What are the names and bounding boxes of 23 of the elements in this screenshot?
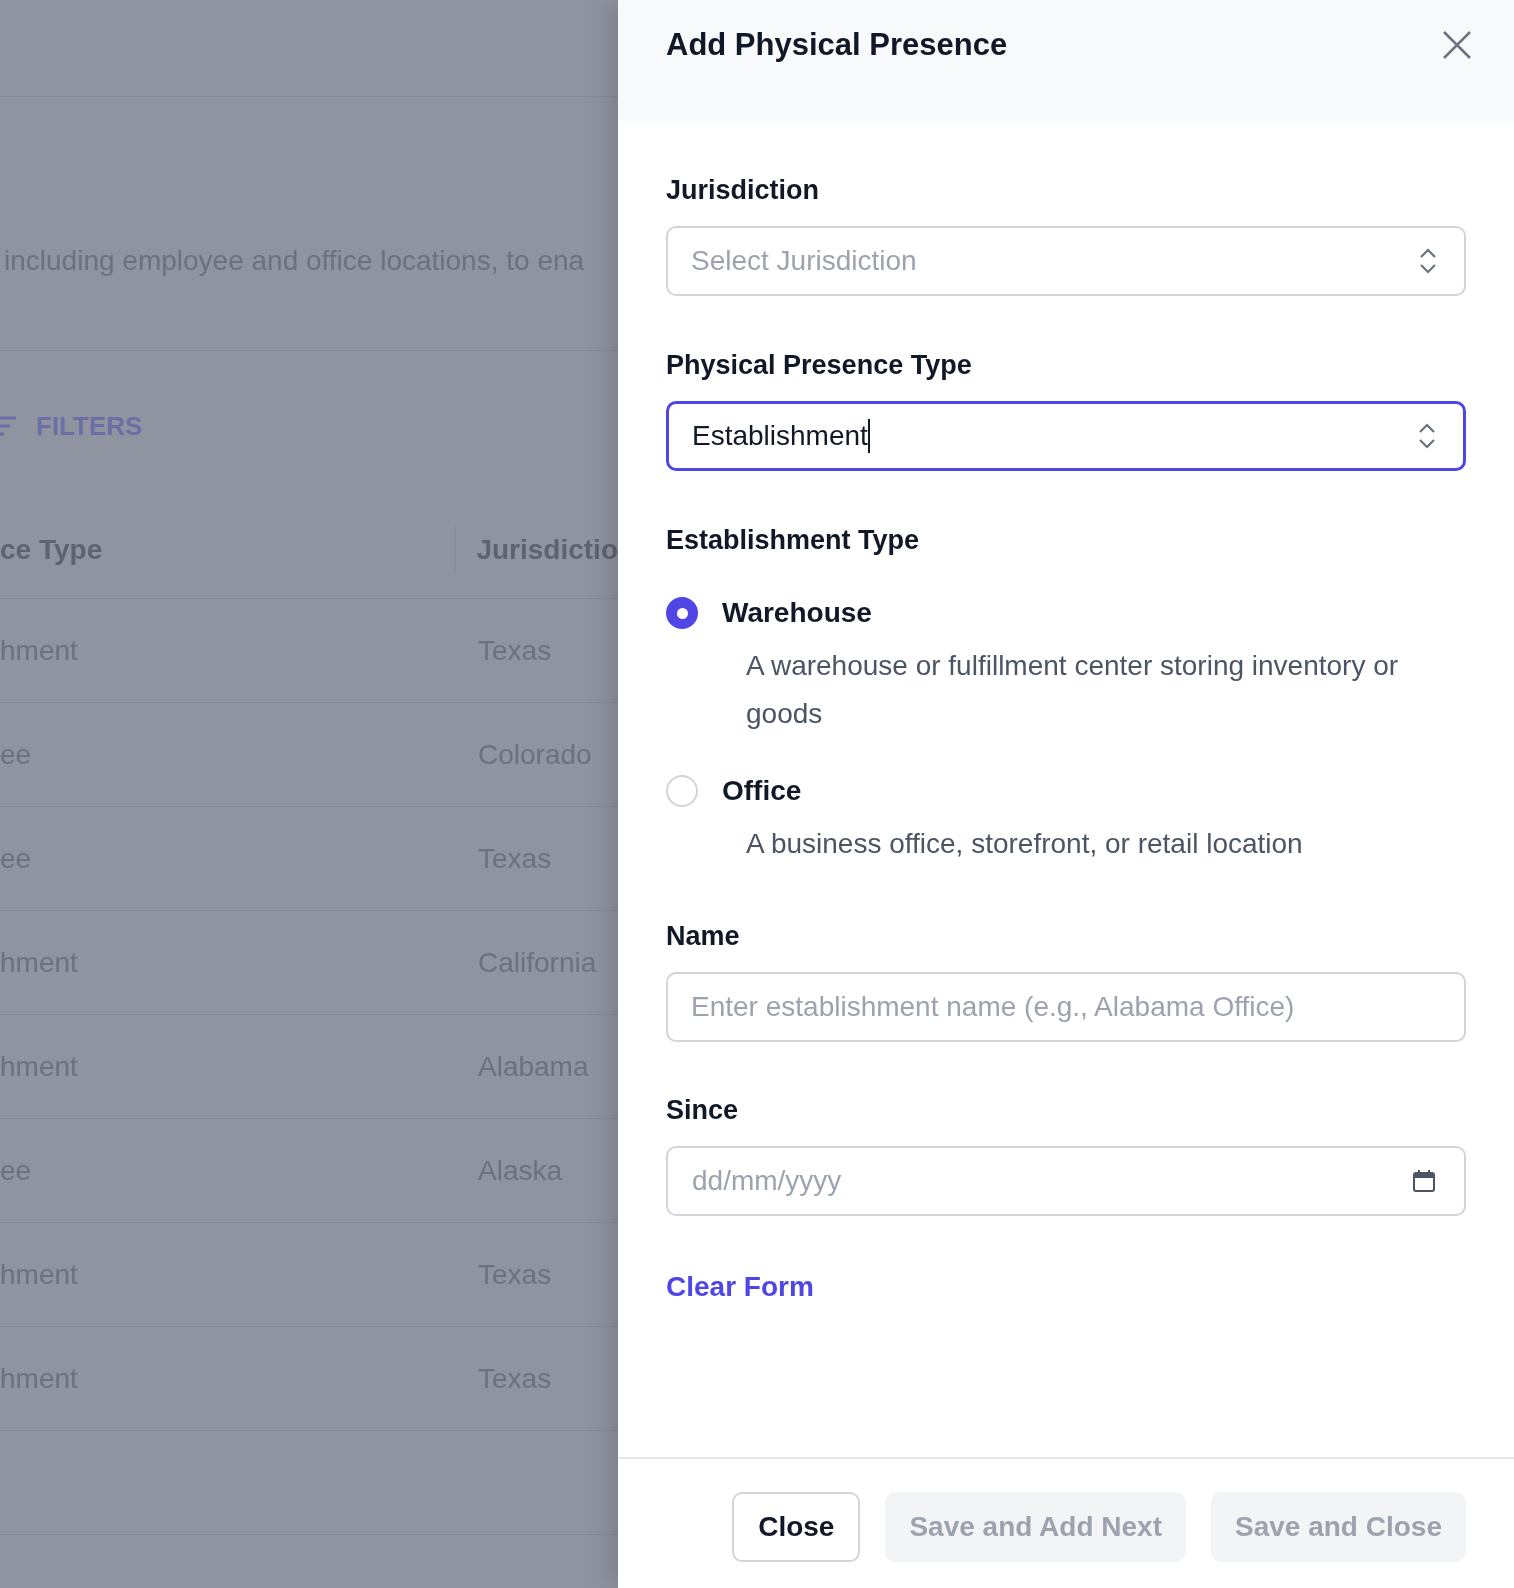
chevron-updown-icon bbox=[1418, 246, 1438, 276]
option-description: A business office, storefront, or retail location bbox=[746, 827, 1304, 861]
close-icon[interactable] bbox=[1442, 30, 1472, 60]
select-field[interactable]: Establishment bbox=[666, 401, 1466, 471]
select-field[interactable]: Select Jurisdiction bbox=[666, 226, 1466, 296]
filter-icon bbox=[0, 415, 16, 437]
footer-button[interactable]: Close bbox=[732, 1492, 861, 1562]
radio-button[interactable] bbox=[666, 775, 698, 807]
panel-title: Add Physical Presence bbox=[666, 26, 1008, 64]
field-label: Name bbox=[666, 920, 741, 952]
option-label: Warehouse bbox=[722, 596, 872, 630]
field-label: Since bbox=[666, 1094, 740, 1126]
date-field[interactable]: dd/mm/yyyy bbox=[666, 1146, 1466, 1216]
field-label: Physical Presence Type bbox=[666, 349, 973, 381]
option-description: A warehouse or fulfillment center storing inventory or goods bbox=[746, 649, 1400, 731]
radio-button[interactable] bbox=[666, 597, 698, 629]
field-label: Jurisdiction bbox=[666, 174, 821, 206]
text-input[interactable]: Enter establishment name (e.g., Alabama Office) bbox=[666, 972, 1466, 1042]
option-label: Office bbox=[722, 774, 802, 808]
calendar-icon[interactable] bbox=[1412, 1169, 1436, 1193]
chevron-updown-icon bbox=[1417, 421, 1437, 451]
clear-form-link[interactable]: Clear Form bbox=[666, 1266, 814, 1308]
field-label: Establishment Type bbox=[666, 524, 921, 556]
